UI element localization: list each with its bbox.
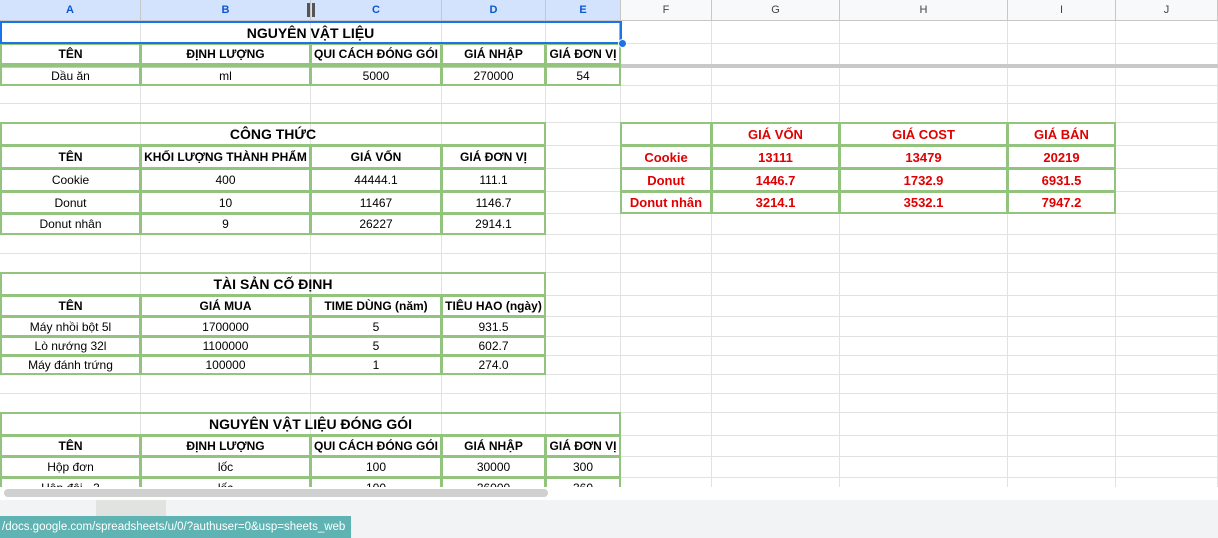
column-header-e[interactable]: E xyxy=(546,0,621,20)
price-cell[interactable]: 20219 xyxy=(1007,145,1116,169)
dong-goi-cell[interactable]: 100 xyxy=(310,477,442,487)
nvl-header-ten[interactable]: TÊN xyxy=(0,43,141,65)
tai-san-cell[interactable]: 5 xyxy=(310,336,442,356)
column-header-bar: A B C D E F G H I J xyxy=(0,0,1218,21)
cong-thuc-cell[interactable]: 400 xyxy=(140,168,311,192)
column-header-h[interactable]: H xyxy=(840,0,1008,20)
nvl-cell-gia-nhap[interactable]: 270000 xyxy=(441,65,546,86)
tai-san-header-gia-mua[interactable]: GIÁ MUA xyxy=(140,295,311,317)
column-header-c[interactable]: C xyxy=(311,0,442,20)
column-header-d[interactable]: D xyxy=(442,0,546,20)
nvl-header-qui-cach[interactable]: QUI CÁCH ĐÓNG GÓI xyxy=(310,43,442,65)
price-header-gia-cost[interactable]: GIÁ COST xyxy=(839,122,1008,146)
cong-thuc-cell[interactable]: 9 xyxy=(140,213,311,235)
price-cell[interactable]: Donut xyxy=(620,168,712,192)
cong-thuc-cell[interactable]: 26227 xyxy=(310,213,442,235)
status-url-tooltip: /docs.google.com/spreadsheets/u/0/?authu… xyxy=(0,516,352,538)
nvl-header-gia-nhap[interactable]: GIÁ NHẬP xyxy=(441,43,546,65)
price-corner-cell[interactable] xyxy=(620,122,712,146)
cong-thuc-header-ten[interactable]: TÊN xyxy=(0,145,141,169)
cong-thuc-header-gia-don-vi[interactable]: GIÁ ĐƠN VỊ xyxy=(441,145,546,169)
cong-thuc-cell[interactable]: Donut nhân xyxy=(0,213,141,235)
tai-san-cell[interactable]: 274.0 xyxy=(441,355,546,375)
price-cell[interactable]: Cookie xyxy=(620,145,712,169)
dong-goi-cell[interactable]: lốc xyxy=(140,477,311,487)
fill-handle[interactable] xyxy=(618,39,627,48)
dong-goi-cell[interactable]: 360 xyxy=(545,477,621,487)
cong-thuc-header-khoi-luong[interactable]: KHỐI LƯỢNG THÀNH PHẨM xyxy=(140,145,311,169)
column-header-g[interactable]: G xyxy=(712,0,840,20)
cong-thuc-cell[interactable]: Donut xyxy=(0,191,141,214)
column-header-b[interactable]: B xyxy=(141,0,311,20)
dong-goi-cell[interactable]: 30000 xyxy=(441,456,546,478)
dong-goi-cell[interactable]: 100 xyxy=(310,456,442,478)
column-freeze-handle[interactable] xyxy=(307,0,315,20)
tai-san-header-ten[interactable]: TÊN xyxy=(0,295,141,317)
cong-thuc-cell[interactable]: 10 xyxy=(140,191,311,214)
column-header-a[interactable]: A xyxy=(0,0,141,20)
dong-goi-cell[interactable]: 36000 xyxy=(441,477,546,487)
dong-goi-cell[interactable]: Hộp đôi - 3 xyxy=(0,477,141,487)
sheet-grid[interactable]: NGUYÊN VẬT LIỆU TÊN ĐỊNH LƯỢNG QUI CÁCH … xyxy=(0,21,1218,487)
tai-san-cell[interactable]: 602.7 xyxy=(441,336,546,356)
nvl-header-dinh-luong[interactable]: ĐỊNH LƯỢNG xyxy=(140,43,311,65)
dong-goi-title[interactable]: NGUYÊN VẬT LIỆU ĐÓNG GÓI xyxy=(0,412,621,436)
column-header-f[interactable]: F xyxy=(621,0,712,20)
dong-goi-header-qui-cach[interactable]: QUI CÁCH ĐÓNG GÓI xyxy=(310,435,442,457)
nvl-title[interactable]: NGUYÊN VẬT LIỆU xyxy=(0,21,621,44)
price-cell[interactable]: 3532.1 xyxy=(839,191,1008,214)
tai-san-cell[interactable]: 100000 xyxy=(140,355,311,375)
tai-san-cell[interactable]: Máy đánh trứng xyxy=(0,355,141,375)
nvl-cell-dinh-luong[interactable]: ml xyxy=(140,65,311,86)
nvl-cell-ten[interactable]: Dầu ăn xyxy=(0,65,141,86)
tai-san-cell[interactable]: 1700000 xyxy=(140,316,311,337)
tai-san-cell[interactable]: 1100000 xyxy=(140,336,311,356)
nvl-cell-gia-don-vi[interactable]: 54 xyxy=(545,65,621,86)
price-header-gia-von[interactable]: GIÁ VỐN xyxy=(711,122,840,146)
dong-goi-header-dinh-luong[interactable]: ĐỊNH LƯỢNG xyxy=(140,435,311,457)
tai-san-title[interactable]: TÀI SẢN CỐ ĐỊNH xyxy=(0,272,546,296)
column-header-i[interactable]: I xyxy=(1008,0,1116,20)
price-cell[interactable]: 3214.1 xyxy=(711,191,840,214)
price-cell[interactable]: 13479 xyxy=(839,145,1008,169)
price-cell[interactable]: 13111 xyxy=(711,145,840,169)
tai-san-header-tieu-hao[interactable]: TIÊU HAO (ngày) xyxy=(441,295,546,317)
cong-thuc-cell[interactable]: 11467 xyxy=(310,191,442,214)
tai-san-cell[interactable]: 931.5 xyxy=(441,316,546,337)
price-cell[interactable]: 6931.5 xyxy=(1007,168,1116,192)
dong-goi-header-ten[interactable]: TÊN xyxy=(0,435,141,457)
cong-thuc-header-gia-von[interactable]: GIÁ VỐN xyxy=(310,145,442,169)
cong-thuc-title[interactable]: CÔNG THỨC xyxy=(0,122,546,146)
dong-goi-header-gia-don-vi[interactable]: GIÁ ĐƠN VỊ xyxy=(545,435,621,457)
tai-san-cell[interactable]: Lò nướng 32l xyxy=(0,336,141,356)
cong-thuc-cell[interactable]: 111.1 xyxy=(441,168,546,192)
price-cell[interactable]: 1446.7 xyxy=(711,168,840,192)
price-cell[interactable]: 1732.9 xyxy=(839,168,1008,192)
dong-goi-cell[interactable]: 300 xyxy=(545,456,621,478)
column-header-j[interactable]: J xyxy=(1116,0,1218,20)
cong-thuc-cell[interactable]: 2914.1 xyxy=(441,213,546,235)
price-cell[interactable]: Donut nhân xyxy=(620,191,712,214)
price-header-gia-ban[interactable]: GIÁ BÁN xyxy=(1007,122,1116,146)
tai-san-cell[interactable]: 1 xyxy=(310,355,442,375)
nvl-cell-qui-cach[interactable]: 5000 xyxy=(310,65,442,86)
dong-goi-cell[interactable]: lốc xyxy=(140,456,311,478)
dong-goi-header-gia-nhap[interactable]: GIÁ NHẬP xyxy=(441,435,546,457)
horizontal-scrollbar[interactable] xyxy=(4,489,548,497)
cong-thuc-cell[interactable]: 1146.7 xyxy=(441,191,546,214)
cong-thuc-cell[interactable]: Cookie xyxy=(0,168,141,192)
tai-san-cell[interactable]: 5 xyxy=(310,316,442,337)
price-cell[interactable]: 7947.2 xyxy=(1007,191,1116,214)
nvl-header-gia-don-vi[interactable]: GIÁ ĐƠN VỊ xyxy=(545,43,621,65)
tai-san-header-time[interactable]: TIME DÙNG (năm) xyxy=(310,295,442,317)
cong-thuc-cell[interactable]: 44444.1 xyxy=(310,168,442,192)
tai-san-cell[interactable]: Máy nhồi bột 5l xyxy=(0,316,141,337)
dong-goi-cell[interactable]: Hộp đơn xyxy=(0,456,141,478)
